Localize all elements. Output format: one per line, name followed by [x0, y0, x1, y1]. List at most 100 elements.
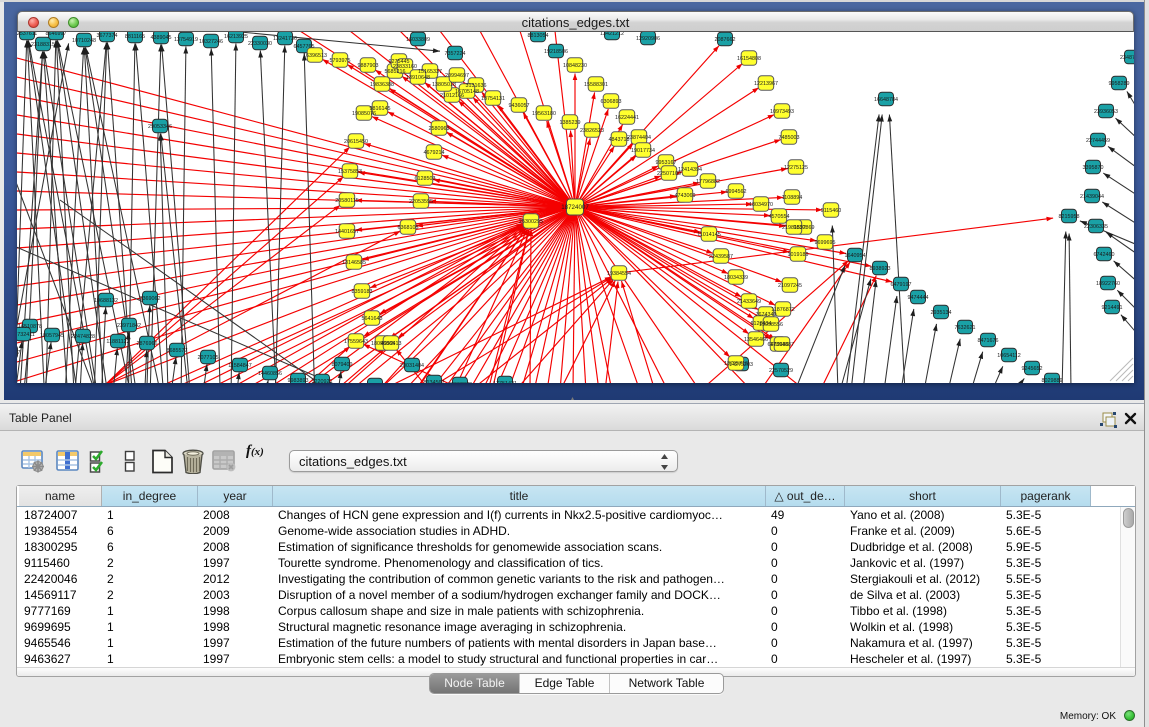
svg-text:19563180: 19563180 — [532, 111, 556, 117]
svg-text:8471676: 8471676 — [978, 338, 999, 344]
svg-text:2537611: 2537611 — [17, 32, 37, 37]
svg-text:11584847: 11584847 — [228, 363, 252, 369]
svg-text:9958289: 9958289 — [1109, 81, 1130, 87]
svg-text:11876872: 11876872 — [771, 307, 795, 313]
svg-text:8811165: 8811165 — [125, 34, 145, 40]
svg-text:12275125: 12275125 — [784, 165, 808, 171]
svg-text:19384554: 19384554 — [607, 271, 631, 277]
svg-text:21439044: 21439044 — [1080, 194, 1104, 200]
svg-text:1385239: 1385239 — [560, 120, 581, 126]
svg-text:6306893: 6306893 — [601, 99, 622, 105]
svg-text:18754131: 18754131 — [481, 96, 505, 102]
svg-text:15375853: 15375853 — [338, 169, 362, 175]
svg-text:13910648: 13910648 — [406, 75, 430, 81]
svg-text:20615450: 20615450 — [344, 139, 368, 145]
svg-text:19836388: 19836388 — [370, 82, 394, 88]
svg-text:13805018: 13805018 — [432, 82, 456, 88]
svg-text:7632621: 7632621 — [955, 325, 976, 331]
svg-text:8813054: 8813054 — [528, 33, 549, 39]
svg-text:22744459: 22744459 — [1086, 138, 1110, 144]
svg-text:21097245: 21097245 — [778, 283, 802, 289]
svg-text:15588301: 15588301 — [584, 82, 608, 88]
svg-text:23874404: 23874404 — [627, 135, 651, 141]
svg-text:16510878: 16510878 — [18, 324, 42, 330]
svg-text:3395870: 3395870 — [1083, 165, 1104, 171]
svg-text:8369062: 8369062 — [140, 296, 161, 302]
svg-text:4389045: 4389045 — [151, 35, 172, 41]
svg-text:9983893: 9983893 — [288, 378, 309, 383]
svg-text:18034339: 18034339 — [724, 275, 748, 281]
svg-text:18034970: 18034970 — [749, 202, 773, 208]
svg-text:16648784: 16648784 — [874, 97, 898, 103]
svg-text:25300295: 25300295 — [519, 219, 543, 225]
svg-text:9816145: 9816145 — [370, 106, 391, 112]
svg-text:9245652: 9245652 — [1022, 366, 1043, 372]
svg-text:12920906: 12920906 — [636, 36, 660, 42]
svg-text:5641643: 5641643 — [362, 316, 383, 322]
svg-text:18795716: 18795716 — [724, 361, 748, 367]
svg-text:9436057: 9436057 — [509, 103, 530, 109]
svg-text:13754919: 13754919 — [174, 37, 198, 43]
svg-text:22474828: 22474828 — [71, 334, 95, 340]
svg-text:8134562: 8134562 — [424, 380, 445, 383]
svg-text:5793975: 5793975 — [330, 58, 351, 64]
svg-text:20994697: 20994697 — [445, 73, 469, 79]
svg-text:18922760: 18922760 — [1096, 281, 1120, 287]
svg-text:2876966: 2876966 — [137, 341, 158, 347]
svg-text:23833160: 23833160 — [393, 64, 417, 70]
svg-text:19098556: 19098556 — [759, 322, 783, 328]
svg-text:4743069: 4743069 — [675, 193, 696, 199]
svg-text:6457765: 6457765 — [294, 44, 315, 50]
svg-text:23936053: 23936053 — [1094, 109, 1118, 115]
svg-text:2580963: 2580963 — [429, 126, 450, 132]
svg-text:23487347: 23487347 — [1120, 55, 1134, 61]
svg-text:19688132: 19688132 — [94, 298, 118, 304]
svg-text:20031404: 20031404 — [400, 363, 424, 369]
svg-text:17796882: 17796882 — [696, 179, 720, 185]
svg-text:17394887: 17394887 — [770, 342, 794, 348]
svg-text:8685577: 8685577 — [167, 348, 188, 354]
svg-text:4570554: 4570554 — [769, 214, 790, 220]
svg-text:1108894: 1108894 — [782, 195, 803, 201]
svg-text:12414394: 12414394 — [678, 167, 702, 173]
svg-text:6128503: 6128503 — [415, 176, 436, 182]
svg-text:9699695: 9699695 — [815, 240, 836, 246]
svg-text:1640954: 1640954 — [845, 253, 866, 259]
svg-text:22992872: 22992872 — [448, 382, 472, 383]
svg-text:11014145: 11014145 — [697, 232, 721, 238]
svg-text:19218506: 19218506 — [544, 49, 568, 55]
svg-text:13421212: 13421212 — [600, 32, 624, 37]
svg-text:13241736: 13241736 — [273, 36, 297, 42]
svg-text:22330030: 22330030 — [248, 41, 272, 47]
svg-text:16033809: 16033809 — [406, 37, 430, 43]
svg-text:23971842: 23971842 — [117, 323, 141, 329]
svg-text:2935134: 2935134 — [931, 310, 952, 316]
svg-text:12213967: 12213967 — [754, 81, 778, 87]
svg-text:16224441: 16224441 — [615, 115, 639, 121]
svg-text:14401657: 14401657 — [335, 229, 359, 235]
svg-text:6994562: 6994562 — [726, 189, 747, 195]
svg-text:7485003: 7485003 — [779, 135, 800, 141]
svg-text:9474444: 9474444 — [908, 295, 929, 301]
svg-text:13546466: 13546466 — [744, 337, 768, 343]
svg-text:4050413: 4050413 — [381, 341, 402, 347]
svg-text:9115460: 9115460 — [821, 208, 842, 214]
svg-text:10973493: 10973493 — [770, 109, 794, 115]
svg-text:13732411: 13732411 — [17, 332, 35, 338]
svg-text:29053346: 29053346 — [148, 124, 172, 130]
svg-text:21433649: 21433649 — [737, 299, 761, 305]
svg-text:10848230: 10848230 — [563, 63, 587, 69]
svg-text:6479197: 6479197 — [891, 282, 912, 288]
svg-text:8359183: 8359183 — [352, 289, 373, 295]
svg-text:10327246: 10327246 — [199, 39, 223, 45]
svg-text:2087662: 2087662 — [715, 37, 736, 43]
svg-text:9214491: 9214491 — [1102, 305, 1123, 311]
svg-text:20580115: 20580115 — [335, 198, 359, 204]
svg-text:13146585: 13146585 — [342, 260, 366, 266]
svg-text:6368105: 6368105 — [398, 225, 419, 231]
svg-text:8938923: 8938923 — [870, 266, 891, 272]
svg-text:7357224: 7357224 — [445, 51, 466, 57]
svg-text:23188315: 23188315 — [31, 42, 55, 48]
svg-text:17751421: 17751421 — [493, 381, 517, 383]
svg-text:8029889: 8029889 — [1042, 378, 1063, 383]
